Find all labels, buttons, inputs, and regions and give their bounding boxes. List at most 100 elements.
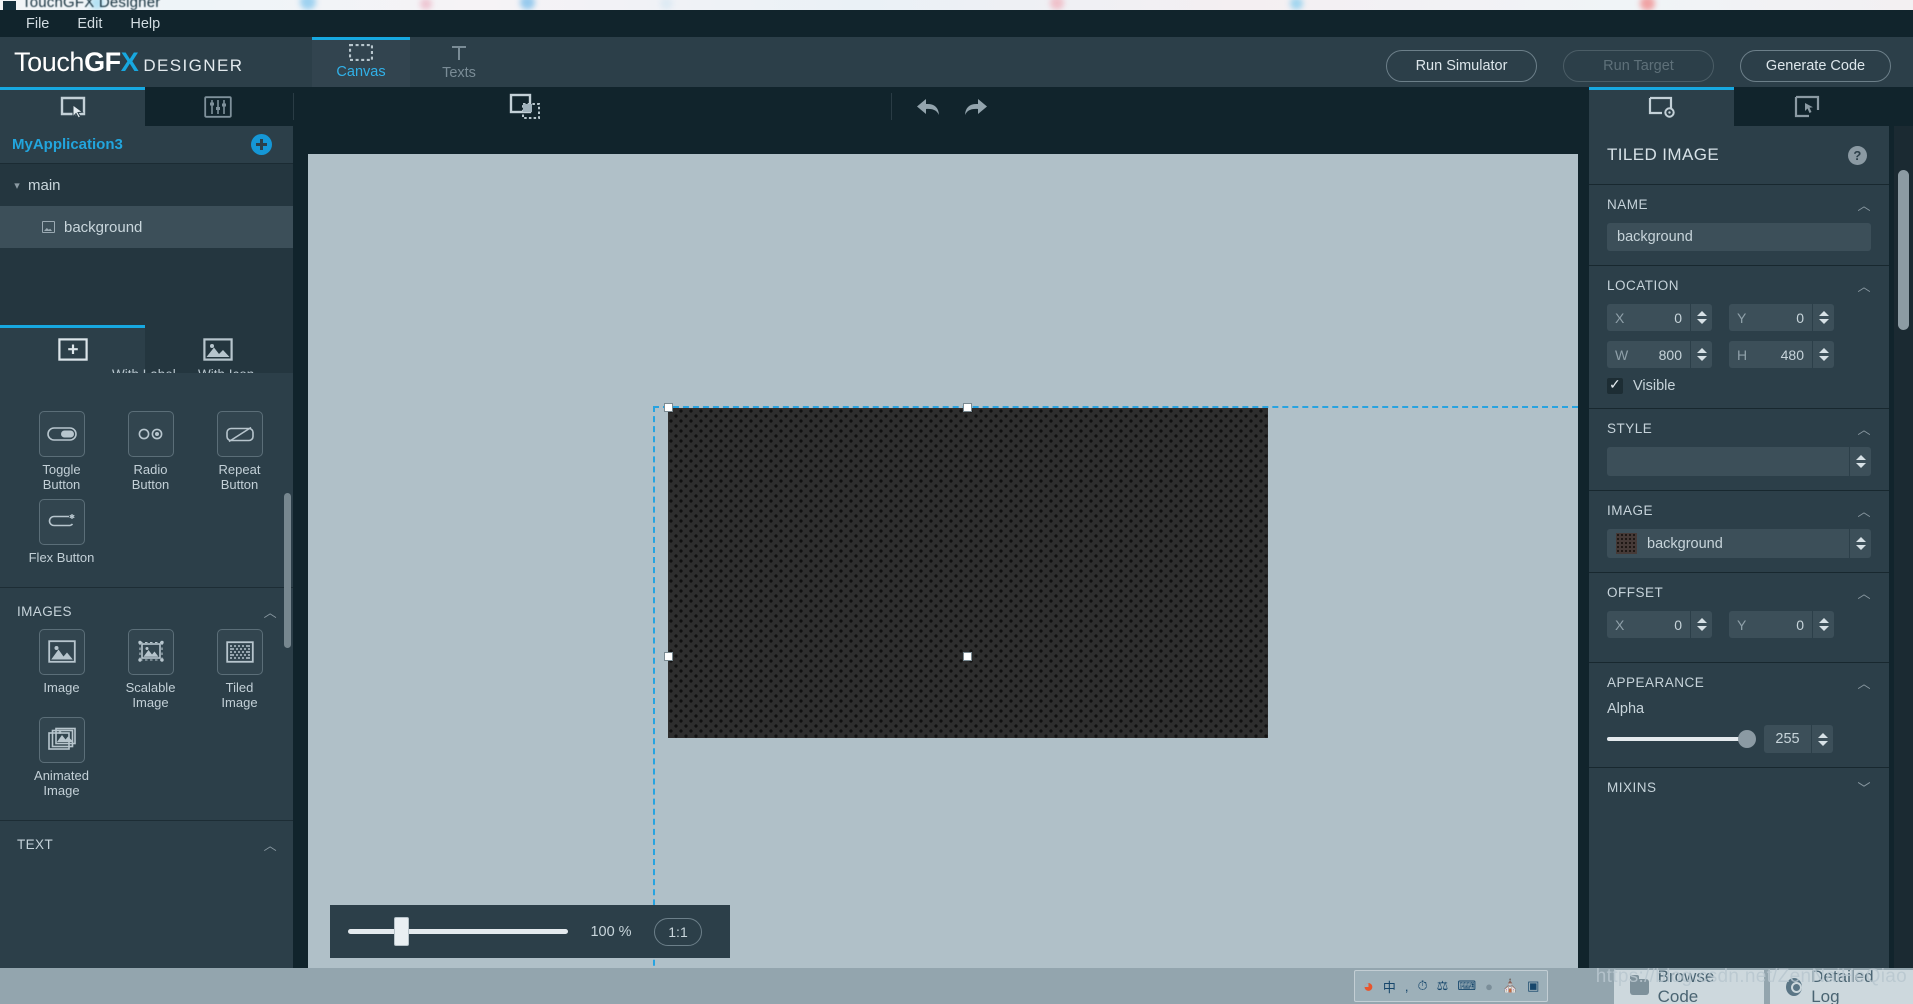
alpha-stepper[interactable] (1811, 725, 1833, 753)
offset-x-field[interactable]: X 0 (1607, 611, 1712, 638)
right-tab-properties[interactable] (1589, 87, 1734, 126)
palette-item-radio-button[interactable]: Radio Button (106, 411, 195, 493)
palette-item-image[interactable]: Image (17, 628, 106, 711)
palette-item-scalable-image[interactable]: Scalable Image (106, 628, 195, 711)
chevron-up-icon-location[interactable]: ︿ (1857, 276, 1871, 295)
logo-part-touch: Touch (14, 47, 85, 77)
palette-tab-images[interactable] (145, 325, 290, 373)
chevron-up-icon-2[interactable]: ︿ (264, 835, 277, 854)
section-mixins-header[interactable]: MIXINS ﹀ (1607, 768, 1871, 806)
location-w-stepper[interactable] (1690, 341, 1712, 368)
palette-item-toggle-button[interactable]: Toggle Button (17, 411, 106, 493)
section-name-header[interactable]: NAME ︿ (1607, 185, 1871, 223)
visible-checkbox[interactable] (1607, 376, 1623, 394)
resize-handle-middle-center[interactable] (963, 652, 972, 661)
alpha-slider-thumb[interactable] (1738, 730, 1756, 748)
redo-arrow-icon[interactable] (961, 94, 991, 120)
location-y-field[interactable]: Y 0 (1729, 304, 1834, 331)
section-style-header[interactable]: STYLE ︿ (1607, 409, 1871, 447)
tree-item-main[interactable]: ▾ main (0, 164, 293, 206)
style-select[interactable] (1607, 447, 1871, 476)
touchgfx-designer-window: TouchGFX Designer File Edit Help TouchGF… (0, 0, 1913, 1004)
chevron-down-icon-mixins[interactable]: ﹀ (1857, 778, 1871, 797)
palette-item-animated-image[interactable]: Animated Image (17, 716, 106, 799)
palette-item-toggle-button-label: Toggle Button (42, 462, 81, 493)
location-h-stepper[interactable] (1812, 341, 1834, 368)
resize-handle-top-left[interactable] (664, 403, 673, 412)
section-image-header[interactable]: IMAGE ︿ (1607, 491, 1871, 529)
generate-code-button[interactable]: Generate Code (1740, 50, 1891, 82)
design-canvas[interactable]: 100 % 1:1 (308, 154, 1578, 980)
dot-icon[interactable]: ● (1485, 979, 1493, 994)
chevron-up-icon-appearance[interactable]: ︿ (1857, 673, 1871, 692)
system-tray[interactable]: ◕ 中 , ⏱ ⚖ ⌨ ● ⛪ ▣ (1354, 970, 1549, 1002)
chevron-up-icon-offset[interactable]: ︿ (1857, 583, 1871, 602)
section-appearance-header[interactable]: APPEARANCE ︿ (1607, 663, 1871, 701)
visible-checkbox-row[interactable]: Visible (1607, 376, 1871, 394)
location-w-field[interactable]: W 800 (1607, 341, 1712, 368)
chevron-up-icon[interactable]: ︿ (264, 602, 277, 621)
zoom-slider-thumb[interactable] (394, 917, 409, 946)
section-location-header[interactable]: LOCATION ︿ (1607, 266, 1871, 304)
image-select[interactable]: background (1607, 529, 1871, 558)
palette-item-repeat-button[interactable]: Repeat Button (195, 411, 284, 493)
palette-group-text-header[interactable]: TEXT ︿ (0, 821, 293, 858)
palette-scrollbar[interactable] (284, 493, 291, 648)
chevron-down-icon[interactable]: ▾ (6, 179, 28, 192)
pin-icon[interactable]: ⚖ (1437, 978, 1449, 994)
palette-tab-widgets[interactable] (0, 325, 145, 373)
palette-item-tiled-image[interactable]: Tiled Image (195, 628, 284, 711)
alpha-value[interactable]: 255 (1764, 725, 1811, 753)
widget-palette[interactable]: Toggle Button Radio Button Repeat Button… (0, 373, 293, 1004)
zoom-reset-button[interactable]: 1:1 (654, 917, 702, 946)
clock-icon[interactable]: ⏱ (1418, 978, 1428, 994)
location-x-stepper[interactable] (1690, 304, 1712, 331)
widget-name-input[interactable]: background (1607, 223, 1871, 251)
style-stepper[interactable] (1849, 447, 1871, 476)
tiled-image-widget[interactable] (668, 408, 1268, 738)
offset-x-stepper[interactable] (1690, 611, 1712, 638)
chevron-up-icon-style[interactable]: ︿ (1857, 419, 1871, 438)
tab-canvas[interactable]: Canvas (312, 37, 410, 87)
palette-item-flex-button[interactable]: Flex Button (17, 498, 106, 565)
palette-item-animated-image-label: Animated Image (34, 767, 89, 798)
resize-handle-top-center[interactable] (963, 403, 972, 412)
offset-y-stepper[interactable] (1812, 611, 1834, 638)
add-screen-button[interactable] (251, 134, 272, 155)
right-tab-interactions[interactable] (1734, 87, 1879, 126)
sogou-icon[interactable]: ◕ (1363, 976, 1374, 997)
guide-line-left (653, 406, 655, 980)
location-x-field[interactable]: X 0 (1607, 304, 1712, 331)
right-panel-scroll-track[interactable] (1894, 126, 1913, 1004)
location-h-label: H (1737, 346, 1748, 363)
tab-texts[interactable]: Texts (410, 37, 508, 87)
image-stepper[interactable] (1849, 529, 1871, 558)
location-h-field[interactable]: H 480 (1729, 341, 1834, 368)
menu-item-edit[interactable]: Edit (63, 13, 116, 35)
tree-item-background[interactable]: background (0, 206, 293, 248)
help-question-icon[interactable]: ? (1848, 145, 1867, 165)
comma-icon[interactable]: , (1405, 979, 1409, 994)
run-target-button[interactable]: Run Target (1563, 50, 1714, 82)
palette-group-images-header[interactable]: IMAGES ︿ (0, 588, 293, 625)
zoom-slider[interactable] (348, 917, 568, 946)
toolbox-icon[interactable]: ⛪ (1502, 978, 1518, 994)
alpha-slider[interactable] (1607, 730, 1756, 748)
toolstrip-tab-sliders[interactable] (145, 87, 290, 126)
menu-item-help[interactable]: Help (116, 13, 174, 35)
undo-arrow-icon[interactable] (913, 94, 943, 120)
offset-y-field[interactable]: Y 0 (1729, 611, 1834, 638)
run-simulator-button[interactable]: Run Simulator (1386, 50, 1537, 82)
menu-item-file[interactable]: File (12, 13, 63, 35)
resize-handle-middle-left[interactable] (664, 652, 673, 661)
keyboard-icon[interactable]: ⌨ (1457, 978, 1476, 994)
right-panel-scrollbar[interactable] (1898, 170, 1909, 330)
keyboard-mode-icon[interactable]: 中 (1383, 977, 1396, 996)
location-y-stepper[interactable] (1812, 304, 1834, 331)
chevron-up-icon-name[interactable]: ︿ (1857, 195, 1871, 214)
toolstrip-tab-select[interactable] (0, 87, 145, 126)
panel-icon[interactable]: ▣ (1527, 978, 1539, 994)
section-offset-header[interactable]: OFFSET ︿ (1607, 573, 1871, 611)
chevron-up-icon-image[interactable]: ︿ (1857, 501, 1871, 520)
overlap-shapes-icon[interactable] (505, 91, 545, 123)
